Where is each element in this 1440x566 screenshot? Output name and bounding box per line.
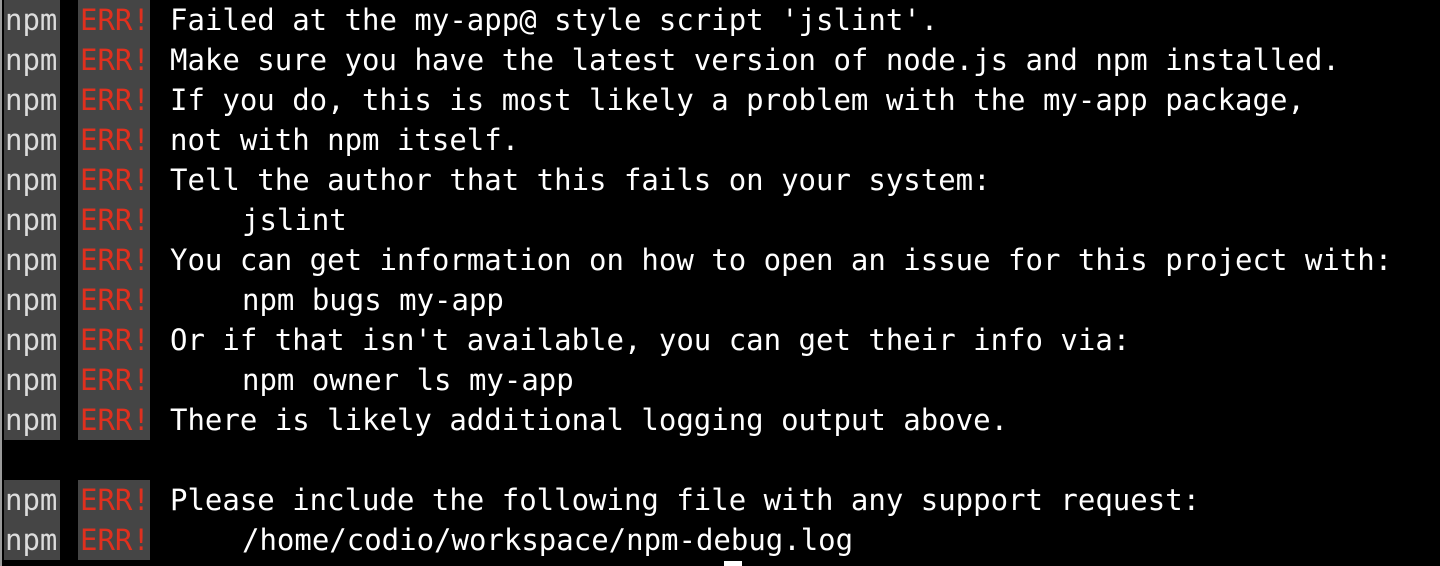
log-line: npm ERR! Tell the author that this fails o… — [4, 160, 991, 200]
log-message: npm bugs my-app — [242, 283, 504, 317]
npm-prefix: npm — [4, 240, 60, 280]
log-message: jslint — [242, 203, 347, 237]
log-line: npm ERR! npm bugs my-app — [4, 280, 504, 320]
npm-prefix: npm — [4, 280, 60, 320]
err-level: ERR! — [78, 0, 150, 40]
err-level: ERR! — [78, 120, 150, 160]
log-line: npm ERR! If you do, this is most likely a … — [4, 80, 1305, 120]
terminal-window[interactable]: npm ERR! Failed at the my-app@ style scrip… — [0, 0, 1440, 566]
npm-prefix: npm — [4, 480, 60, 520]
err-level: ERR! — [78, 520, 150, 560]
err-level: ERR! — [78, 240, 150, 280]
npm-prefix: npm — [4, 0, 60, 40]
log-message: Tell the author that this fails on your … — [170, 163, 991, 197]
log-message: /home/codio/workspace/npm-debug.log — [242, 523, 854, 557]
err-level: ERR! — [78, 280, 150, 320]
npm-prefix: npm — [4, 360, 60, 400]
npm-prefix: npm — [4, 80, 60, 120]
log-message: There is likely additional logging outpu… — [170, 403, 1009, 437]
npm-prefix: npm — [4, 200, 60, 240]
err-level: ERR! — [78, 320, 150, 360]
npm-prefix: npm — [4, 520, 60, 560]
text-cursor — [724, 561, 742, 566]
log-line: npm ERR! jslint — [4, 200, 347, 240]
err-level: ERR! — [78, 200, 150, 240]
log-line: npm ERR! Please include the following file… — [4, 480, 1200, 520]
err-level: ERR! — [78, 480, 150, 520]
log-message: Failed at the my-app@ style script 'jsli… — [170, 3, 939, 37]
log-line: npm ERR! npm owner ls my-app — [4, 360, 574, 400]
log-line: npm ERR! Failed at the my-app@ style scrip… — [4, 0, 938, 40]
npm-prefix: npm — [4, 400, 60, 440]
log-message: Make sure you have the latest version of… — [170, 43, 1340, 77]
log-line: npm ERR! Or if that isn't available, you c… — [4, 320, 1130, 360]
npm-prefix: npm — [4, 120, 60, 160]
err-level: ERR! — [78, 80, 150, 120]
err-level: ERR! — [78, 360, 150, 400]
npm-prefix: npm — [4, 320, 60, 360]
err-level: ERR! — [78, 40, 150, 80]
npm-prefix: npm — [4, 160, 60, 200]
npm-prefix: npm — [4, 40, 60, 80]
err-level: ERR! — [78, 160, 150, 200]
log-message: npm owner ls my-app — [242, 363, 574, 397]
log-line: npm ERR! not with npm itself. — [4, 120, 519, 160]
log-message: You can get information on how to open a… — [170, 243, 1393, 277]
log-line: npm ERR! You can get information on how to… — [4, 240, 1392, 280]
log-line: npm ERR! Make sure you have the latest ver… — [4, 40, 1340, 80]
log-line: npm ERR! /home/codio/workspace/npm-debug.l… — [4, 520, 853, 560]
log-message: Please include the following file with a… — [170, 483, 1201, 517]
err-level: ERR! — [78, 400, 150, 440]
log-message: If you do, this is most likely a problem… — [170, 83, 1305, 117]
log-message: Or if that isn't available, you can get … — [170, 323, 1131, 357]
log-line: npm ERR! There is likely additional loggin… — [4, 400, 1008, 440]
log-message: not with npm itself. — [170, 123, 520, 157]
